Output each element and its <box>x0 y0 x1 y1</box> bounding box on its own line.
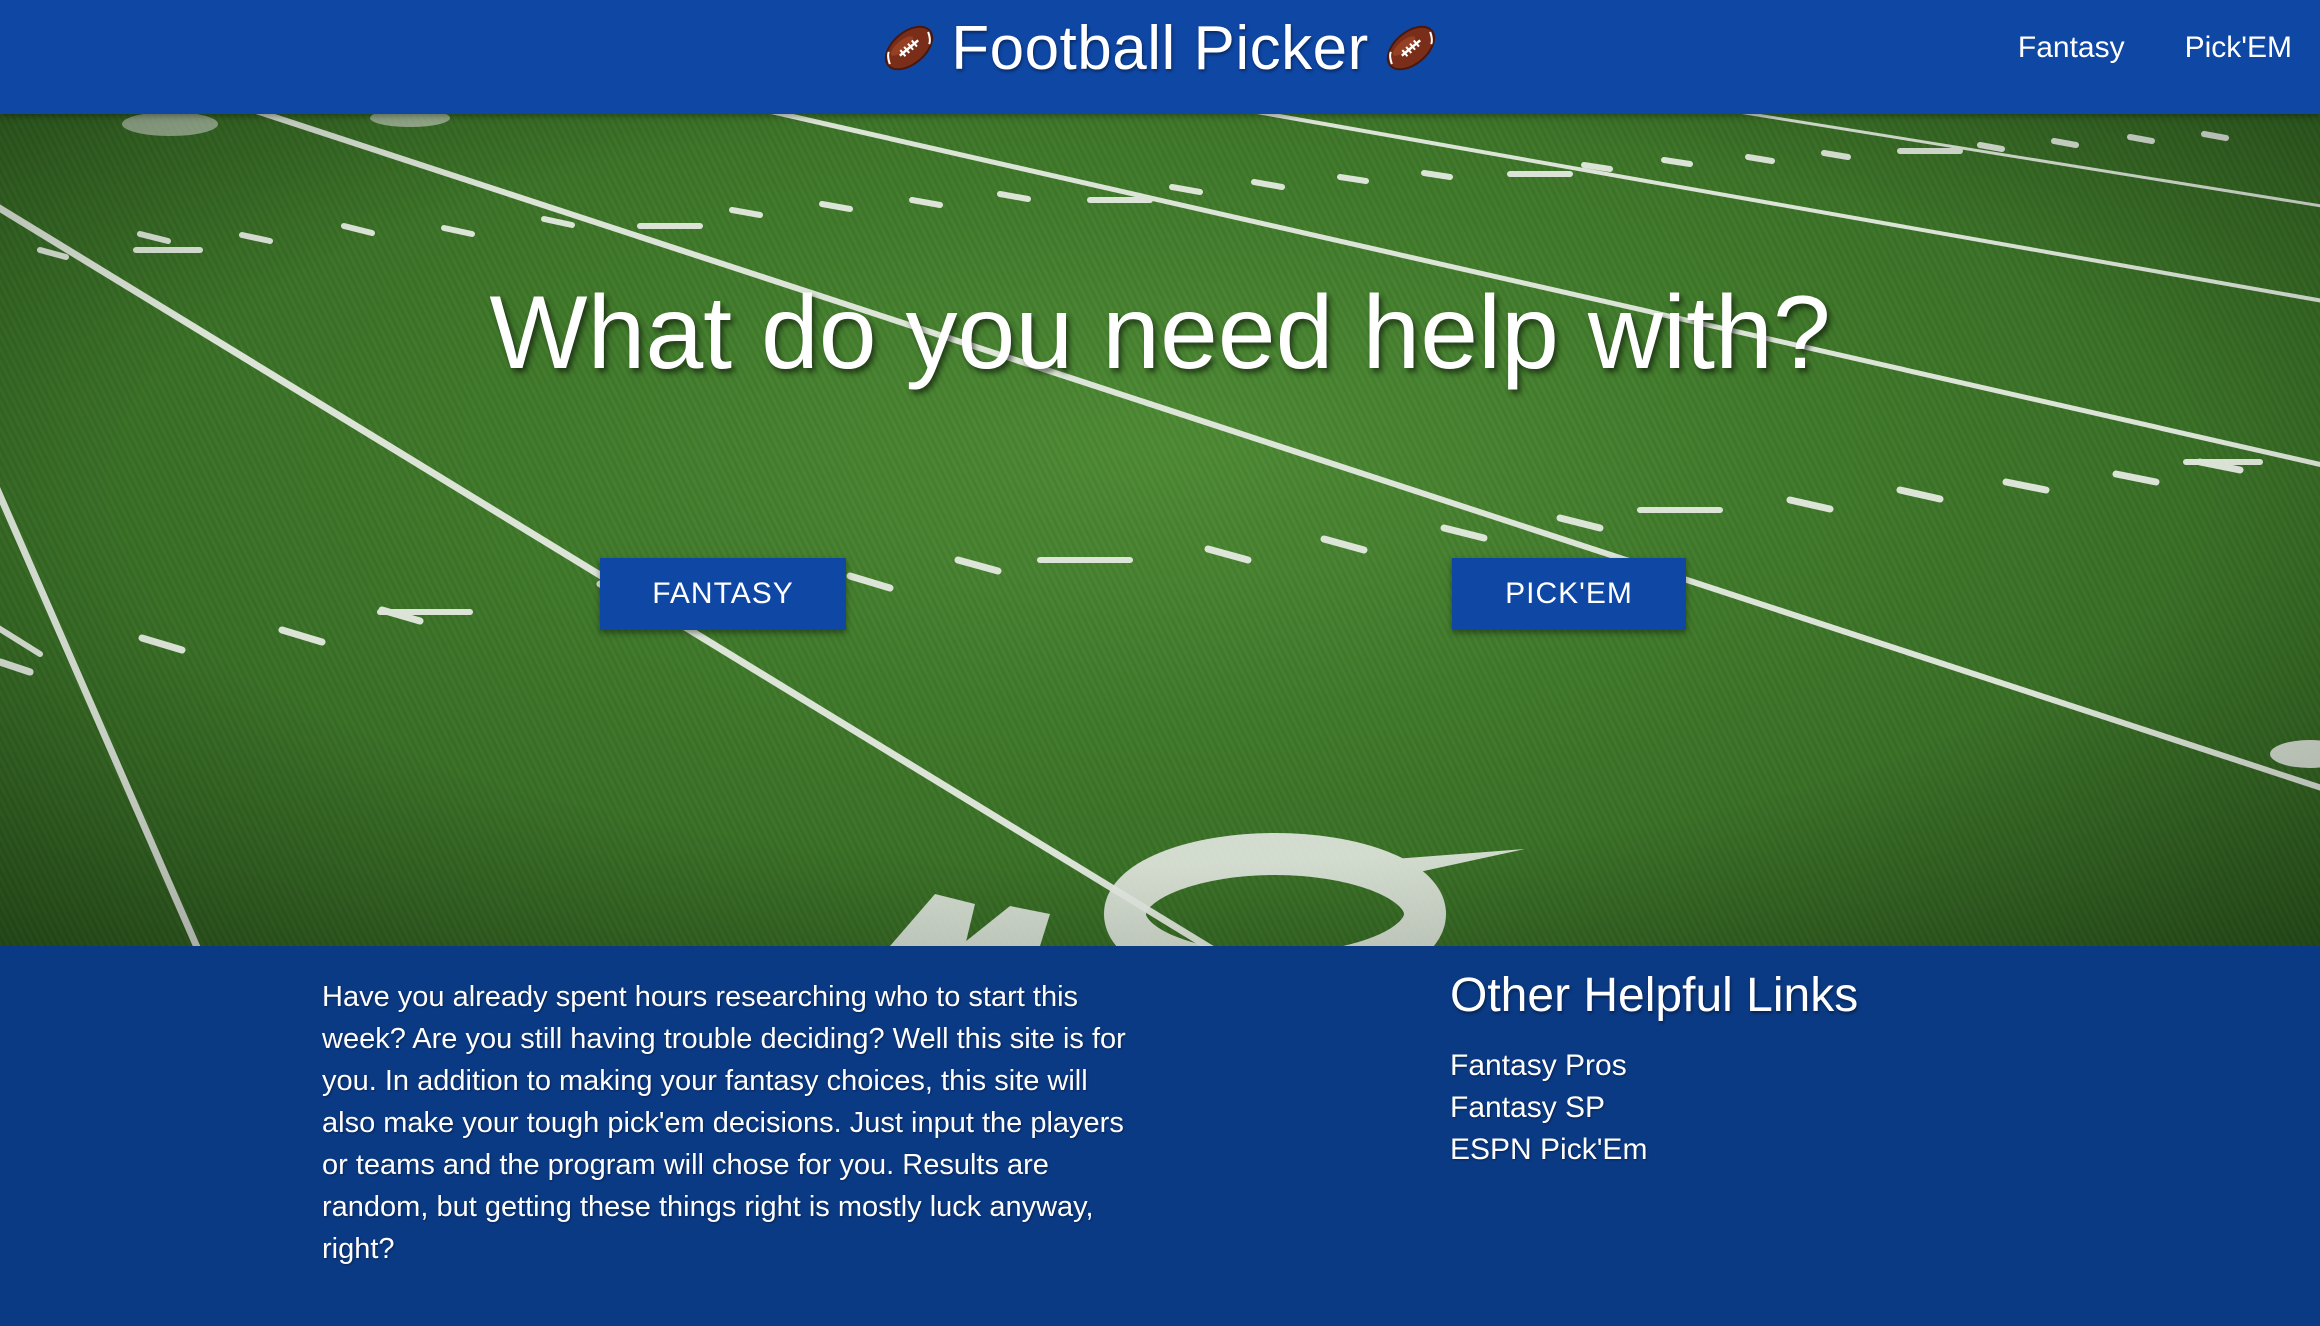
hero-headline: What do you need help with? <box>489 275 1831 391</box>
football-field-image <box>0 114 2320 946</box>
fantasy-button[interactable]: FANTASY <box>600 558 846 630</box>
helpful-links-title: Other Helpful Links <box>1450 969 1859 1022</box>
pickem-button[interactable]: PICK'EM <box>1452 558 1686 630</box>
site-title: Football Picker <box>951 13 1369 83</box>
about-text: Have you already spent hours researching… <box>322 981 1126 1265</box>
helpful-links-section: Other Helpful Links Fantasy Pros Fantasy… <box>1450 968 2150 1171</box>
nav-link-pickem[interactable]: Pick'EM <box>2185 31 2292 65</box>
link-fantasy-pros[interactable]: Fantasy Pros <box>1450 1045 2150 1087</box>
link-fantasy-sp[interactable]: Fantasy SP <box>1450 1087 2150 1129</box>
football-icon <box>881 20 937 76</box>
hero-section: What do you need help with? FANTASY PICK… <box>0 114 2320 946</box>
football-icon <box>1383 20 1439 76</box>
site-brand[interactable]: Football Picker <box>0 0 2320 96</box>
info-footer: Have you already spent hours researching… <box>0 946 2320 1326</box>
link-espn-pickem[interactable]: ESPN Pick'Em <box>1450 1129 2150 1171</box>
nav-links: Fantasy Pick'EM <box>2018 0 2292 96</box>
top-navbar: Football Picker Fantasy Pick'EM <box>0 0 2320 114</box>
nav-link-fantasy[interactable]: Fantasy <box>2018 31 2125 65</box>
